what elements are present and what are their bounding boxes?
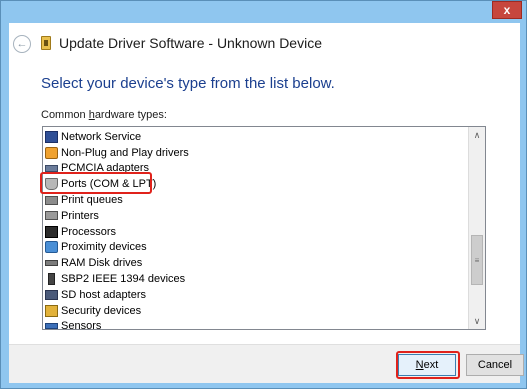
window-title: Update Driver Software - Unknown Device <box>59 35 322 51</box>
sensor-icon <box>45 323 58 329</box>
list-item-network-service[interactable]: Network Service <box>45 129 465 145</box>
hardware-types-listbox[interactable]: Network Service Non-Plug and Play driver… <box>42 126 486 330</box>
list-item-proximity[interactable]: Proximity devices <box>45 240 465 256</box>
security-device-icon <box>45 304 58 317</box>
list-item-printers[interactable]: Printers <box>45 208 465 224</box>
list-item-security[interactable]: Security devices <box>45 303 465 319</box>
non-pnp-driver-icon <box>45 146 58 159</box>
list-item-ram-disk[interactable]: RAM Disk drives <box>45 255 465 271</box>
list-item-print-queues[interactable]: Print queues <box>45 192 465 208</box>
ports-item-highlight <box>40 172 152 194</box>
ram-disk-icon <box>45 260 58 267</box>
next-button-highlight <box>396 351 460 379</box>
processor-icon <box>45 225 58 238</box>
scroll-down-icon[interactable]: ∨ <box>469 313 485 329</box>
list-item-sbp2[interactable]: SBP2 IEEE 1394 devices <box>45 271 465 287</box>
sd-host-adapter-icon <box>45 289 58 300</box>
instruction-heading: Select your device's type from the list … <box>41 75 335 92</box>
list-item-sensors[interactable]: Sensors <box>45 319 465 329</box>
printer-icon <box>45 211 58 221</box>
title-bar: x <box>1 1 527 19</box>
scroll-thumb[interactable]: ≡ <box>471 235 483 285</box>
wizard-client-area: ← Update Driver Software - Unknown Devic… <box>9 23 524 383</box>
network-service-icon <box>45 130 58 143</box>
list-item-processors[interactable]: Processors <box>45 224 465 240</box>
list-item-non-pnp[interactable]: Non-Plug and Play drivers <box>45 145 465 161</box>
wizard-header: ← Update Driver Software - Unknown Devic… <box>9 23 520 63</box>
back-arrow-icon[interactable]: ← <box>13 35 31 53</box>
close-button[interactable]: x <box>492 1 522 19</box>
list-item-sd-host[interactable]: SD host adapters <box>45 287 465 303</box>
pcmcia-adapter-icon <box>45 164 58 172</box>
cancel-button[interactable]: Cancel <box>466 354 524 376</box>
print-queue-icon <box>45 195 58 205</box>
hardware-types-items: Network Service Non-Plug and Play driver… <box>45 129 465 329</box>
hardware-types-label: Common hardware types: <box>41 109 167 121</box>
sbp2-device-icon <box>48 273 55 286</box>
vertical-scrollbar[interactable]: ∧ ≡ ∨ <box>468 127 485 329</box>
dialog-window: x ← Update Driver Software - Unknown Dev… <box>0 0 527 389</box>
device-driver-icon <box>41 36 51 50</box>
scroll-up-icon[interactable]: ∧ <box>469 127 485 143</box>
wizard-footer: Next Cancel <box>9 344 524 383</box>
proximity-device-icon <box>45 241 58 254</box>
